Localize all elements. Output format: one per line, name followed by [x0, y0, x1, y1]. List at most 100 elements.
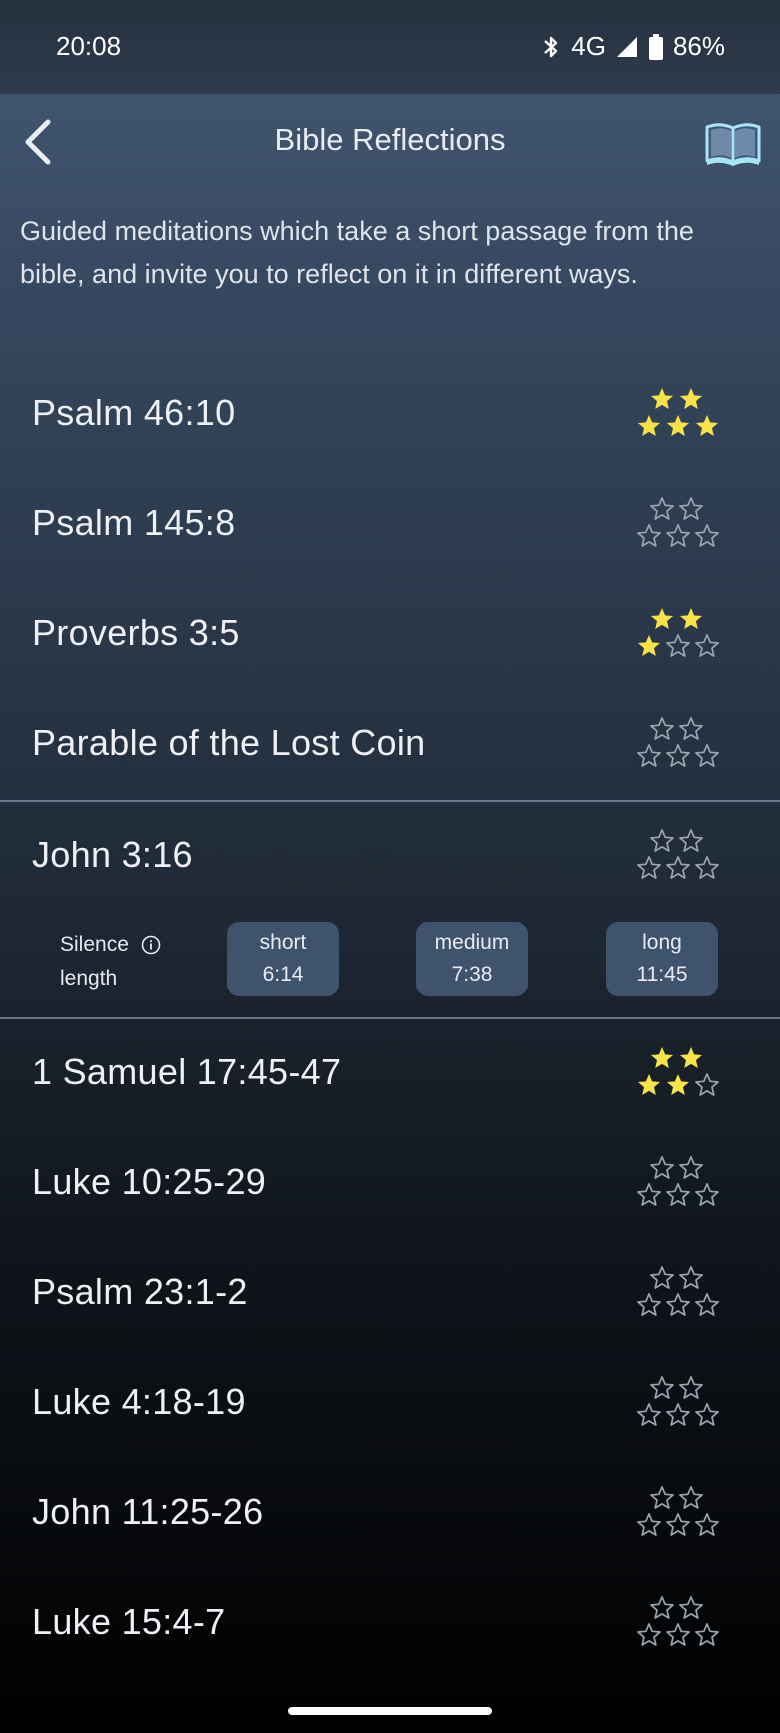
list-item-title: 1 Samuel 17:45-47	[32, 1051, 342, 1092]
star-outline-icon	[695, 1403, 719, 1426]
length-name: long	[642, 931, 682, 954]
list-item[interactable]: Psalm 145:8	[0, 470, 780, 580]
list-item-title: Psalm 145:8	[32, 502, 236, 543]
star-outline-icon	[650, 1596, 674, 1619]
list-item[interactable]: Luke 10:25-29	[0, 1129, 780, 1239]
list-item-title: Luke 4:18-19	[32, 1381, 246, 1422]
star-rating[interactable]	[636, 1485, 719, 1536]
app-bar: Bible Reflections	[0, 94, 780, 190]
page-description: Guided meditations which take a short pa…	[20, 216, 694, 289]
star-filled-icon	[650, 1046, 674, 1068]
page-title: Bible Reflections	[274, 122, 506, 157]
list-item-title: Proverbs 3:5	[32, 612, 240, 653]
list-item[interactable]: Luke 4:18-19	[0, 1349, 780, 1459]
star-outline-icon	[650, 1376, 674, 1399]
star-rating[interactable]	[636, 1595, 719, 1646]
list-item-title: John 3:16	[32, 834, 193, 875]
info-icon[interactable]	[141, 935, 161, 955]
list-item-title: John 11:25-26	[32, 1491, 264, 1532]
star-filled-icon	[637, 634, 661, 656]
star-rating[interactable]	[636, 1265, 719, 1316]
list-item[interactable]: John 11:25-26	[0, 1459, 780, 1569]
list-item[interactable]: Parable of the Lost Coin	[0, 690, 780, 800]
star-outline-icon	[637, 744, 661, 767]
star-outline-icon	[679, 717, 703, 740]
length-short-button[interactable]: short 6:14	[227, 922, 339, 996]
star-outline-icon	[637, 1293, 661, 1316]
book-button[interactable]	[704, 119, 762, 167]
star-outline-icon	[637, 1623, 661, 1646]
star-filled-icon	[679, 1046, 703, 1068]
list-item[interactable]: Psalm 23:1-2	[0, 1239, 780, 1349]
star-rating[interactable]	[636, 1155, 719, 1206]
star-outline-icon	[666, 1513, 690, 1536]
status-bar: 20:08 4G 86%	[0, 0, 780, 94]
star-rating[interactable]	[636, 1375, 719, 1426]
list-item[interactable]: Psalm 46:10	[0, 360, 780, 470]
star-outline-icon	[695, 1513, 719, 1536]
silence-length-label: Silence length	[60, 928, 161, 996]
meditation-list: Psalm 46:10 Psalm 145:8 Proverbs 3:5 Parabl…	[0, 360, 780, 1679]
star-rating[interactable]	[636, 496, 719, 547]
star-rating[interactable]	[636, 828, 719, 879]
star-rating[interactable]	[636, 1045, 719, 1096]
length-name: short	[259, 931, 307, 954]
list-item[interactable]: Proverbs 3:5	[0, 580, 780, 690]
star-outline-icon	[666, 634, 690, 657]
star-outline-icon	[679, 1266, 703, 1289]
star-outline-icon	[650, 1156, 674, 1179]
silence-label-line2: length	[60, 967, 118, 990]
star-outline-icon	[666, 1183, 690, 1206]
list-item-title: Luke 10:25-29	[32, 1161, 267, 1202]
star-outline-icon	[679, 829, 703, 852]
battery-icon	[648, 33, 663, 60]
bluetooth-icon	[544, 36, 558, 57]
length-medium-button[interactable]: medium 7:38	[416, 922, 528, 996]
network-type: 4G	[571, 31, 606, 61]
star-outline-icon	[666, 1293, 690, 1316]
home-indicator[interactable]	[288, 1707, 492, 1715]
status-icons: 4G 86%	[540, 31, 725, 62]
list-item[interactable]: 1 Samuel 17:45-47	[0, 1019, 780, 1129]
battery-percent: 86%	[672, 31, 725, 61]
star-outline-icon	[650, 1486, 674, 1509]
star-outline-icon	[695, 1183, 719, 1206]
star-filled-icon	[679, 387, 703, 409]
list-item-title: Luke 15:4-7	[32, 1601, 226, 1642]
star-outline-icon	[695, 524, 719, 547]
star-filled-icon	[679, 607, 703, 629]
star-outline-icon	[695, 856, 719, 879]
silence-label-line1: Silence	[60, 933, 129, 956]
star-rating[interactable]	[636, 716, 719, 767]
list-item-title: Psalm 46:10	[32, 392, 236, 433]
star-outline-icon	[695, 1293, 719, 1316]
star-filled-icon	[666, 1073, 690, 1095]
star-outline-icon	[679, 1156, 703, 1179]
star-filled-icon	[650, 607, 674, 629]
signal-icon	[616, 36, 637, 57]
star-outline-icon	[666, 1623, 690, 1646]
star-outline-icon	[695, 1073, 719, 1096]
star-filled-icon	[695, 414, 719, 436]
star-outline-icon	[637, 1183, 661, 1206]
star-outline-icon	[637, 524, 661, 547]
star-filled-icon	[637, 414, 661, 436]
star-outline-icon	[666, 1403, 690, 1426]
star-rating[interactable]	[636, 386, 719, 436]
status-time: 20:08	[56, 31, 122, 61]
list-item-title: Parable of the Lost Coin	[32, 722, 426, 763]
star-outline-icon	[695, 744, 719, 767]
star-outline-icon	[666, 744, 690, 767]
star-filled-icon	[637, 1073, 661, 1095]
length-long-button[interactable]: long 11:45	[606, 922, 718, 996]
star-rating[interactable]	[636, 606, 719, 657]
list-item-title: Psalm 23:1-2	[32, 1271, 248, 1312]
length-duration: 11:45	[636, 963, 688, 986]
star-outline-icon	[679, 1376, 703, 1399]
star-outline-icon	[695, 634, 719, 657]
length-duration: 6:14	[262, 963, 304, 986]
list-item[interactable]: Luke 15:4-7	[0, 1569, 780, 1679]
star-outline-icon	[637, 1403, 661, 1426]
star-filled-icon	[650, 387, 674, 409]
star-outline-icon	[666, 856, 690, 879]
